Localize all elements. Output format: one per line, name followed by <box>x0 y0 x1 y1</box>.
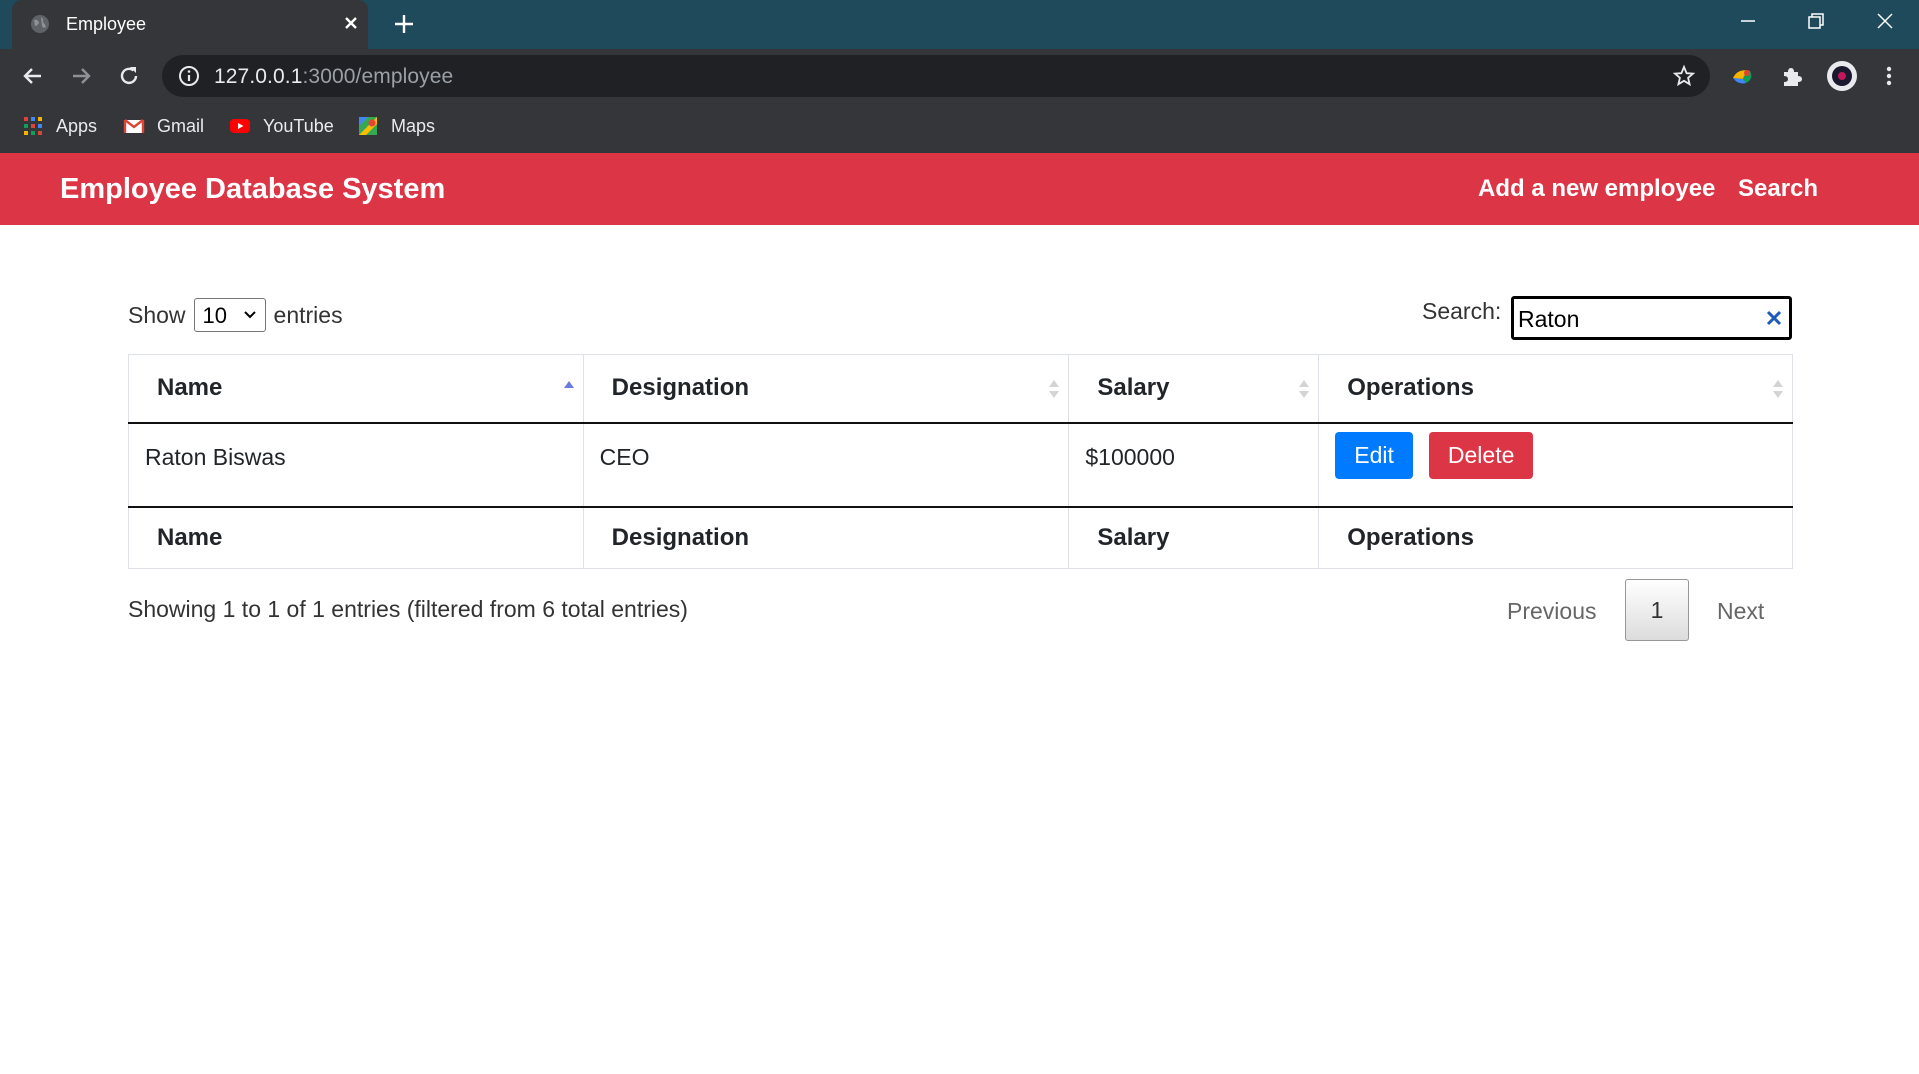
nav-add-employee-link[interactable]: Add a new employee <box>1478 175 1715 203</box>
site-info-icon[interactable] <box>178 65 200 87</box>
search-label: Search: <box>1422 298 1502 324</box>
cell-designation: CEO <box>582 422 1070 508</box>
table-row: Raton Biswas CEO $100000 Edit Delete <box>128 422 1793 508</box>
footer-operations: Operations <box>1318 506 1793 569</box>
back-icon[interactable] <box>20 63 46 89</box>
address-bar[interactable]: 127.0.0.1:3000/employee <box>162 55 1710 97</box>
pagination-next[interactable]: Next <box>1717 598 1764 625</box>
column-header-label: Salary <box>1097 374 1170 402</box>
cell-name: Raton Biswas <box>128 422 584 508</box>
employee-table: Name Designation Salary Operations Raton… <box>128 354 1793 569</box>
column-header-label: Operations <box>1347 374 1474 402</box>
table-header-row: Name Designation Salary Operations <box>128 354 1793 424</box>
url-text: 127.0.0.1:3000/employee <box>214 65 453 89</box>
bookmark-youtube[interactable]: YouTube <box>229 113 334 139</box>
bookmark-label: Apps <box>56 115 98 136</box>
table-footer-row: Name Designation Salary Operations <box>128 506 1793 569</box>
nav-search-link[interactable]: Search <box>1738 175 1818 203</box>
extension-color-icon[interactable] <box>1730 63 1756 89</box>
app-navbar: Employee Database System Add a new emplo… <box>0 153 1919 225</box>
entries-length-control: Show 10 entries <box>128 298 343 332</box>
youtube-icon <box>230 119 250 133</box>
page-length-select[interactable]: 10 <box>193 298 266 332</box>
close-window-icon[interactable] <box>1874 10 1896 32</box>
entries-label: entries <box>273 301 343 328</box>
footer-salary: Salary <box>1068 506 1320 569</box>
column-header-label: Name <box>157 374 223 402</box>
column-header-name[interactable]: Name <box>128 354 584 424</box>
pagination-previous[interactable]: Previous <box>1507 598 1596 625</box>
forward-icon[interactable] <box>68 63 94 89</box>
url-host: 127.0.0.1 <box>214 65 303 88</box>
minimize-icon[interactable] <box>1737 10 1759 32</box>
app-brand[interactable]: Employee Database System <box>60 173 445 206</box>
bookmark-label: Gmail <box>157 115 205 136</box>
globe-icon <box>31 15 49 33</box>
restore-icon[interactable] <box>1805 10 1827 32</box>
bookmark-maps[interactable]: Maps <box>357 113 435 139</box>
footer-name: Name <box>128 506 584 569</box>
search-input[interactable]: Raton <box>1510 295 1793 341</box>
column-header-designation[interactable]: Designation <box>582 354 1070 424</box>
bookmark-gmail[interactable]: Gmail <box>123 113 204 139</box>
sort-both-icon <box>1049 380 1060 398</box>
apps-grid-icon <box>24 117 42 135</box>
footer-designation: Designation <box>582 506 1070 569</box>
bookmark-star-icon[interactable] <box>1672 64 1696 88</box>
sort-ascending-icon <box>563 381 574 388</box>
maps-icon <box>359 117 377 135</box>
url-path: :3000/employee <box>302 65 454 88</box>
cell-operations: Edit Delete <box>1318 422 1793 508</box>
new-tab-icon[interactable] <box>392 12 416 36</box>
cell-salary: $100000 <box>1068 422 1320 508</box>
column-header-operations[interactable]: Operations <box>1318 354 1793 424</box>
page-length-value: 10 <box>202 303 228 328</box>
menu-kebab-icon[interactable] <box>1876 63 1902 89</box>
bookmark-label: Maps <box>391 115 436 136</box>
delete-button[interactable]: Delete <box>1428 431 1534 480</box>
edit-button[interactable]: Edit <box>1335 431 1413 480</box>
chevron-down-icon <box>243 311 256 319</box>
browser-titlebar: Employee <box>0 0 1919 49</box>
reload-icon[interactable] <box>116 63 142 89</box>
browser-tab[interactable]: Employee <box>12 0 368 49</box>
bookmark-apps[interactable]: Apps <box>22 113 97 139</box>
gmail-icon <box>123 119 145 133</box>
sort-both-icon <box>1773 380 1783 398</box>
close-tab-icon[interactable] <box>340 12 362 34</box>
pagination-current-page[interactable]: 1 <box>1625 579 1689 641</box>
sort-both-icon <box>1299 380 1310 398</box>
bookmark-label: YouTube <box>263 115 334 136</box>
show-label: Show <box>128 301 186 328</box>
tab-title: Employee <box>66 14 147 34</box>
column-header-salary[interactable]: Salary <box>1068 354 1320 424</box>
table-info: Showing 1 to 1 of 1 entries (filtered fr… <box>128 596 688 622</box>
extensions-puzzle-icon[interactable] <box>1779 63 1805 89</box>
search-input-value: Raton <box>1518 306 1580 332</box>
column-header-label: Designation <box>611 374 750 402</box>
clear-search-icon[interactable] <box>1765 309 1783 327</box>
profile-avatar-icon[interactable] <box>1826 60 1858 92</box>
